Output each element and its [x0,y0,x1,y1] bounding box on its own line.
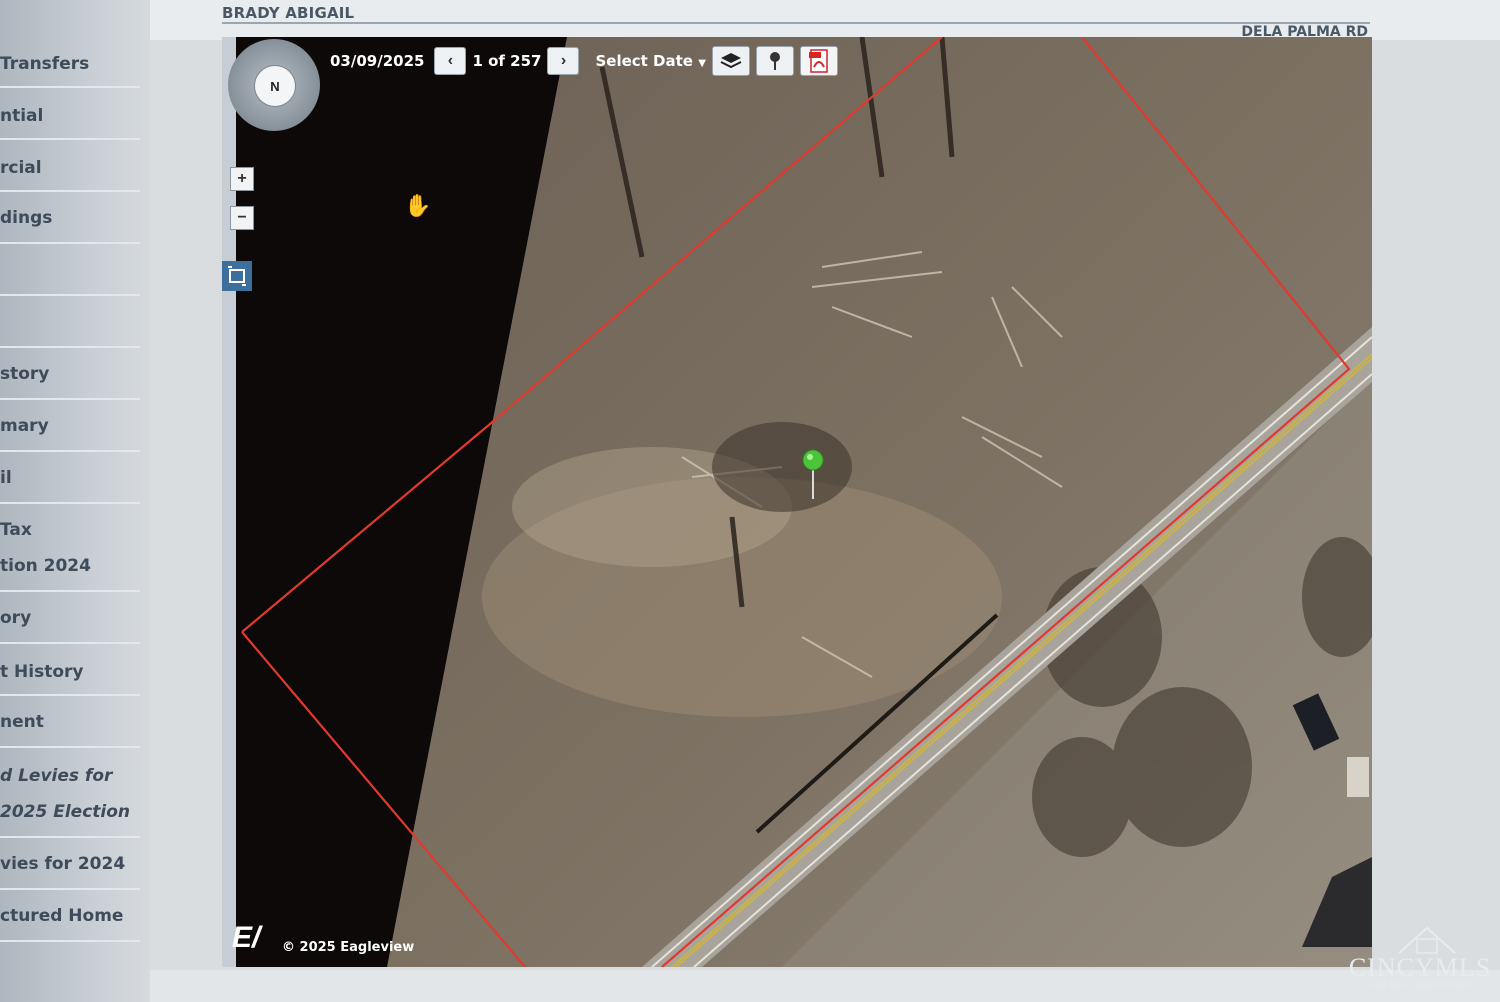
eagleview-logo: E/ [232,921,261,954]
bottom-band [150,970,1500,1002]
aerial-map-viewer[interactable]: N + − ✋ 03/09/2025 ‹ 1 of 257 › Select D… [222,37,1372,967]
sidebar-item-label: ory [0,608,32,628]
viewer-toolbar: 03/09/2025 ‹ 1 of 257 › Select Date ▼ [330,45,838,77]
owner-name: BRADY ABIGAIL [222,4,355,22]
hand-cursor-icon: ✋ [404,193,432,218]
navigation-compass[interactable]: N [228,39,320,131]
fullscreen-icon [228,266,246,286]
sidebar-item-label: vies for 2024 [0,854,126,874]
sidebar-item-label: ctured Home [0,906,124,926]
sidebar-item-label: mary [0,416,49,436]
sidebar-item-label: t History [0,662,84,682]
layers-icon [720,53,742,69]
sidebar-item-proposed-levies[interactable]: d Levies for 2025 Election [0,750,140,838]
cincymls-watermark: CINCYMLS OUR MLS · OUR FUTURE [1345,925,1495,995]
chevron-left-icon: ‹ [447,52,454,69]
layers-button[interactable] [711,46,750,76]
pdf-icon [808,49,828,73]
sidebar-item-label: rcial [0,158,42,178]
sidebar-item-label: Transfers [0,54,90,74]
sidebar-item-buildings[interactable]: dings [0,194,140,244]
caret-down-icon: ▼ [698,58,706,69]
compass-label: N [270,78,280,94]
pin-icon [769,52,780,70]
sidebar-item-summary[interactable]: mary [0,402,140,452]
north-arrow-icon[interactable]: N [254,65,296,107]
zoom-in-icon: + [237,170,247,187]
sidebar-item-assessment[interactable]: nent [0,698,140,748]
sidebar-item-history[interactable]: story [0,350,140,400]
select-date-dropdown[interactable]: Select Date ▼ [595,52,705,70]
watermark-tagline: OUR MLS · OUR FUTURE [1369,981,1471,989]
sidebar-item-label: d Levies for [0,766,113,786]
watermark-brand: CINCYMLS [1348,953,1492,982]
sidebar-item-label: story [0,364,50,384]
pin-button[interactable] [755,46,794,76]
sidebar-item-levies-2024[interactable]: vies for 2024 [0,840,140,890]
sidebar-item-residential[interactable]: ntial [0,90,140,140]
zoom-out-icon: − [237,209,247,226]
zoom-in-button[interactable]: + [230,167,254,191]
property-marker-icon[interactable] [802,449,824,501]
sidebar-item-manufactured-home[interactable]: ctured Home [0,892,140,942]
sidebar-item-tax-history[interactable]: ory [0,594,140,644]
sidebar-item-commercial[interactable]: rcial [0,142,140,192]
sidebar-item-label: ntial [0,106,44,126]
header-divider [222,22,1370,24]
zoom-out-button[interactable]: − [230,206,254,230]
house-icon [1398,926,1456,954]
copyright-text: © 2025 Eagleview [282,940,415,955]
sidebar-item-blank-2[interactable] [0,298,140,348]
imagery-date: 03/09/2025 [330,52,425,70]
chevron-right-icon: › [560,52,567,69]
previous-image-button[interactable]: ‹ [434,47,467,75]
sidebar-item-payment-history[interactable]: t History [0,646,140,696]
sidebar-item-label: tion 2024 [0,556,91,576]
sidebar-item-transfers[interactable]: Transfers [0,38,140,88]
sidebar-item-label: dings [0,208,53,228]
fullscreen-button[interactable] [222,261,252,291]
select-date-label: Select Date [595,52,693,70]
sidebar-item-label: nent [0,712,44,732]
sidebar-item-tax-distribution[interactable]: Tax tion 2024 [0,506,140,592]
sidebar-item-label: 2025 Election [0,802,131,822]
sidebar-item-blank-1[interactable] [0,246,140,296]
next-image-button[interactable]: › [547,47,580,75]
sidebar-item-label: Tax [0,520,32,540]
pdf-button[interactable] [799,46,838,76]
sidebar-item-detail[interactable]: il [0,454,140,504]
aerial-image[interactable] [222,37,1372,967]
image-count: 1 of 257 [472,52,542,70]
sidebar-item-label: il [0,468,12,488]
